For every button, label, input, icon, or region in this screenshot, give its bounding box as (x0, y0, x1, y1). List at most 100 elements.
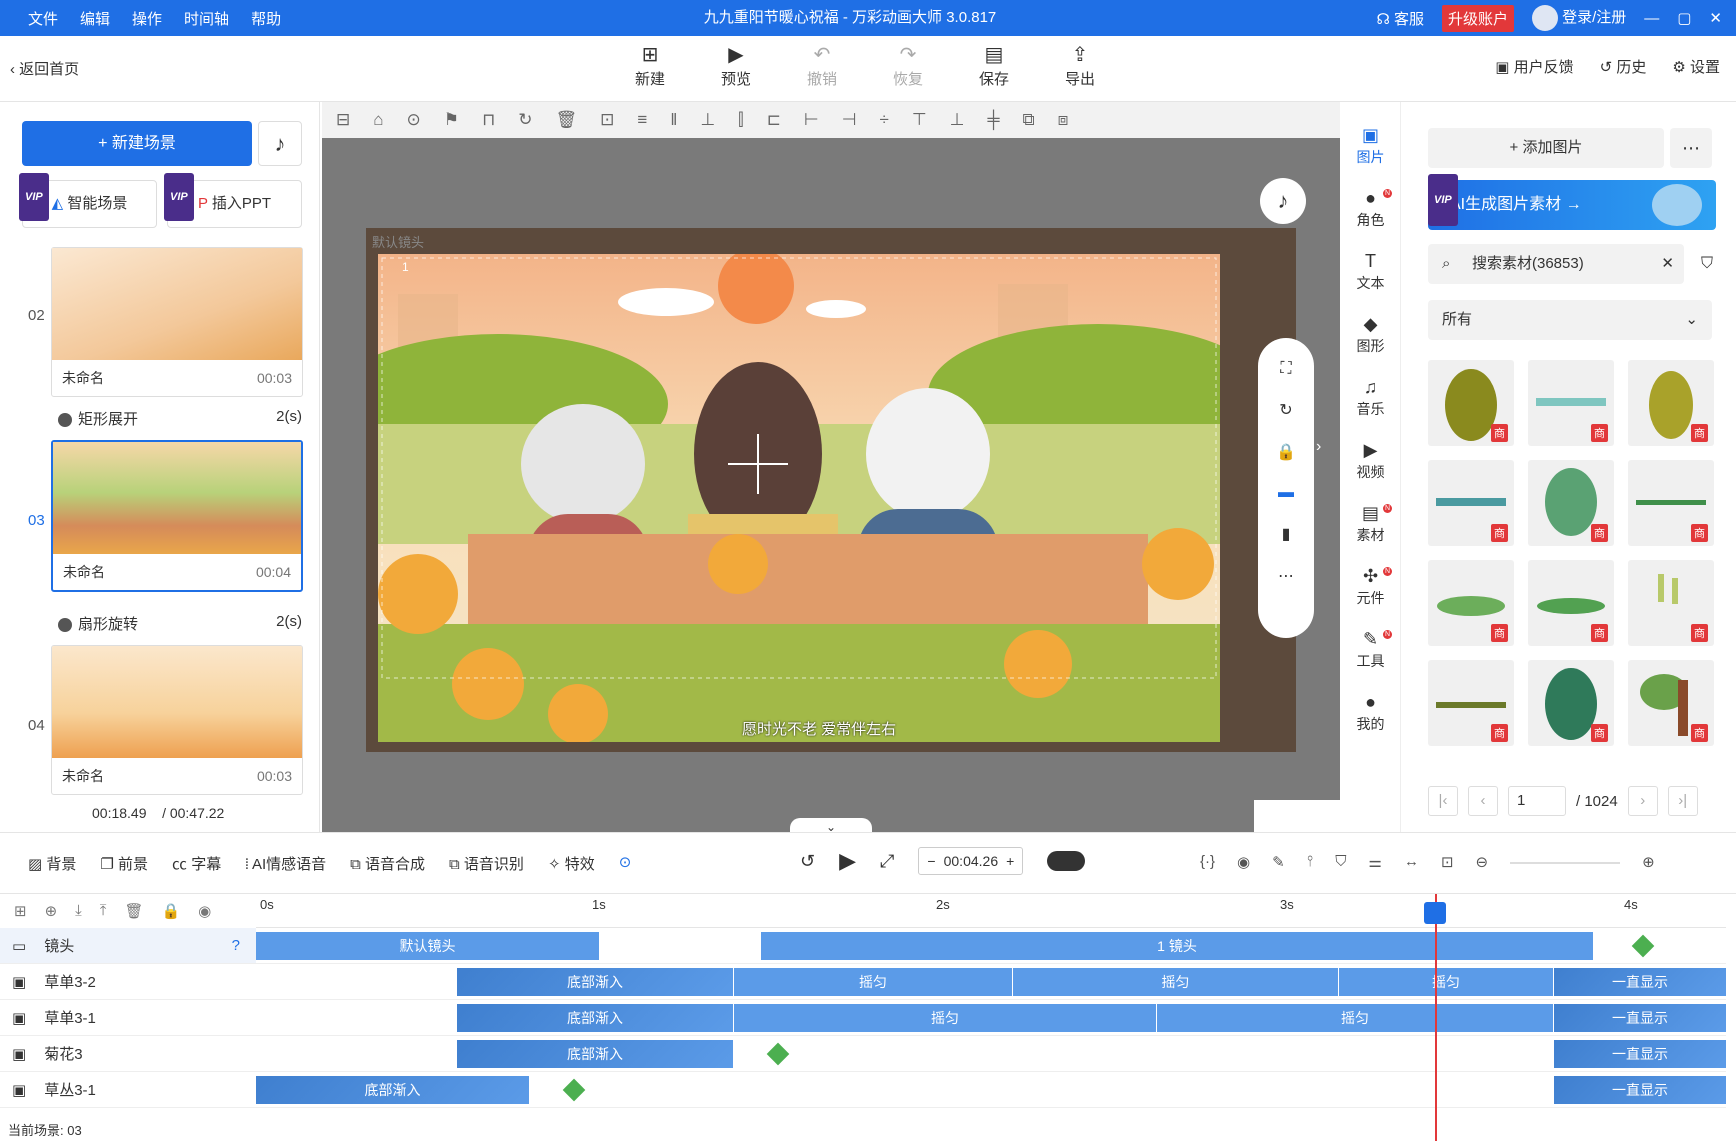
track-header-camera[interactable]: ▭ 镜头? (0, 928, 256, 964)
align-bottom-icon[interactable]: ⊥ (700, 110, 715, 130)
timeline-clip[interactable]: 一直显示 (1554, 1040, 1726, 1068)
edit-icon[interactable]: ✎ (1272, 853, 1285, 871)
timeline-clip[interactable]: 一直显示 (1554, 1004, 1726, 1032)
timeline-clip[interactable]: 一直显示 (1554, 1076, 1726, 1104)
align-right-icon[interactable]: ⊣ (842, 110, 857, 130)
ai-image-banner[interactable]: VIP AI生成图片素材 → (1428, 174, 1716, 230)
login-button[interactable]: 登录/注册 (1532, 5, 1626, 31)
fit-width-icon[interactable]: ↔ (1404, 853, 1419, 871)
align-center-v-icon[interactable]: ‖ (670, 110, 677, 130)
asset-item[interactable]: 商 (1528, 560, 1614, 646)
foreground-button[interactable]: ❐ 前景 (100, 853, 148, 874)
portrait-icon[interactable]: ▮ (1282, 524, 1291, 544)
distribute-h-icon[interactable]: ⫿ (738, 110, 743, 130)
timeline-clip[interactable]: 摇匀 (1157, 1004, 1553, 1032)
filter-button[interactable]: ⛉ (1692, 244, 1722, 284)
expand-icon[interactable]: ⤢ (880, 851, 894, 872)
asset-item[interactable]: 商 (1428, 660, 1514, 746)
one-to-one-icon[interactable]: ⊡ (1441, 853, 1454, 871)
nav-material[interactable]: ▤ 素材 N (1341, 492, 1400, 555)
first-page-icon[interactable]: |‹ (1428, 786, 1458, 816)
focus-icon[interactable]: ⊡ (600, 110, 614, 130)
playhead[interactable] (1435, 894, 1437, 1141)
menu-help[interactable]: 帮助 (251, 8, 281, 29)
plus-icon[interactable]: + (1006, 853, 1014, 869)
unlock-icon[interactable]: ⊓ (482, 110, 495, 130)
nav-music[interactable]: ♫ 音乐 (1341, 366, 1400, 429)
nav-video[interactable]: ▶ 视频 (1341, 429, 1400, 492)
eye-icon[interactable]: ◉ (198, 902, 211, 920)
timeline-clip[interactable]: 底部渐入 (457, 968, 733, 996)
transition-item[interactable]: 扇形旋转 2(s) (58, 613, 302, 634)
feedback-button[interactable]: ▣ 用户反馈 (1495, 56, 1573, 77)
time-ruler[interactable]: 0s 1s 2s 3s 4s (256, 894, 1726, 928)
replay-icon[interactable]: ↺ (800, 851, 815, 872)
scene-thumbnail-02[interactable]: 未命名 00:03 (51, 247, 303, 397)
redo-button[interactable]: ↷ 恢复 (878, 42, 938, 89)
nav-tool[interactable]: ✎ 工具 N (1341, 618, 1400, 681)
track-header[interactable]: ▣ 草丛3-1 (0, 1072, 256, 1108)
nav-character[interactable]: ● 角色 N (1341, 177, 1400, 240)
align-left-icon[interactable]: ⊢ (804, 110, 819, 130)
music-float-button[interactable]: ♪ (1260, 178, 1306, 224)
landscape-icon[interactable]: ▬ (1278, 484, 1294, 502)
minimize-icon[interactable]: — (1644, 10, 1659, 27)
align-middle-icon[interactable]: ÷ (879, 110, 888, 130)
rotate-icon[interactable]: ↻ (518, 110, 532, 130)
trash-icon[interactable]: 🗑 (124, 902, 143, 920)
chevron-right-icon[interactable]: › (1316, 438, 1321, 456)
split-icon[interactable]: ⫯ (1307, 853, 1314, 871)
lock-icon[interactable]: 🔒 (161, 902, 180, 920)
scene-thumbnail-03[interactable]: 未命名 00:04 (51, 440, 303, 592)
speech-recognition-button[interactable]: ⧉ 语音识别 (449, 853, 524, 874)
menu-timeline[interactable]: 时间轴 (184, 8, 229, 29)
asset-item[interactable]: 商 (1528, 360, 1614, 446)
zoom-out-icon[interactable]: ⊖ (1476, 853, 1489, 871)
new-scene-button[interactable]: + 新建场景 (22, 121, 252, 166)
timeline-clip[interactable]: 摇匀 (734, 968, 1012, 996)
maximize-icon[interactable]: ▢ (1677, 9, 1691, 27)
subtitle-caption[interactable]: 愿时光不老 爱常伴左右 (742, 718, 896, 739)
track-header[interactable]: ▣ 草单3-1 (0, 1000, 256, 1036)
music-button[interactable]: ♪ (258, 121, 302, 166)
save-button[interactable]: ▤ 保存 (964, 42, 1024, 89)
scene-illustration[interactable] (378, 254, 1220, 742)
background-button[interactable]: ▨ 背景 (28, 853, 76, 874)
effects-button[interactable]: ✧ 特效 (548, 853, 595, 874)
nav-shape[interactable]: ◆ 图形 (1341, 303, 1400, 366)
asset-item[interactable]: 商 (1528, 460, 1614, 546)
timeline-clip[interactable]: 1 镜头 (761, 932, 1593, 960)
nav-image[interactable]: ▣ 图片 (1341, 114, 1400, 177)
time-stepper[interactable]: − 00:04.26 + (918, 847, 1024, 875)
minimap[interactable] (1254, 800, 1340, 832)
add-image-button[interactable]: + 添加图片 (1428, 128, 1664, 168)
minus-icon[interactable]: − (927, 853, 935, 869)
asset-item[interactable]: 商 (1428, 360, 1514, 446)
transition-item[interactable]: 矩形展开 2(s) (58, 408, 302, 429)
move-up-icon[interactable]: ⤒ (100, 902, 107, 920)
timeline-clip[interactable]: 底部渐入 (256, 1076, 529, 1104)
add-keyframe-icon[interactable] (562, 1078, 586, 1102)
copy-icon[interactable]: ⧉ (1023, 110, 1035, 130)
align-base-icon[interactable]: ⊥ (950, 110, 965, 130)
last-page-icon[interactable]: ›| (1667, 786, 1698, 816)
clear-icon[interactable]: ✕ (1661, 244, 1674, 284)
new-button[interactable]: ⊞ 新建 (620, 42, 680, 89)
subtitle-button[interactable]: ㏄ 字幕 (172, 853, 221, 874)
add-keyframe-icon[interactable] (766, 1042, 790, 1066)
help-icon[interactable]: ? (232, 937, 240, 954)
zoom-slider[interactable] (1510, 862, 1621, 864)
track-header[interactable]: ▣ 草单3-2 (0, 964, 256, 1000)
zoom-in-icon[interactable]: ⊕ (1642, 853, 1655, 871)
track-header[interactable]: ▣ 菊花3 (0, 1036, 256, 1072)
insert-ppt-button[interactable]: VIP P 插入PPT (164, 173, 302, 228)
more-button[interactable]: ⋯ (1670, 128, 1712, 168)
category-select[interactable]: 所有 ⌄ (1428, 300, 1712, 340)
flag-icon[interactable]: ⚑ (444, 110, 459, 130)
timeline-clip[interactable]: 默认镜头 (256, 932, 599, 960)
align-top-icon[interactable]: ⊤ (912, 110, 927, 130)
timeline-clip[interactable]: 底部渐入 (457, 1004, 733, 1032)
asset-item[interactable]: 商 (1628, 560, 1714, 646)
ai-voice-button[interactable]: ⦙ AI情感语音 (245, 853, 326, 874)
nav-text[interactable]: T 文本 (1341, 240, 1400, 303)
